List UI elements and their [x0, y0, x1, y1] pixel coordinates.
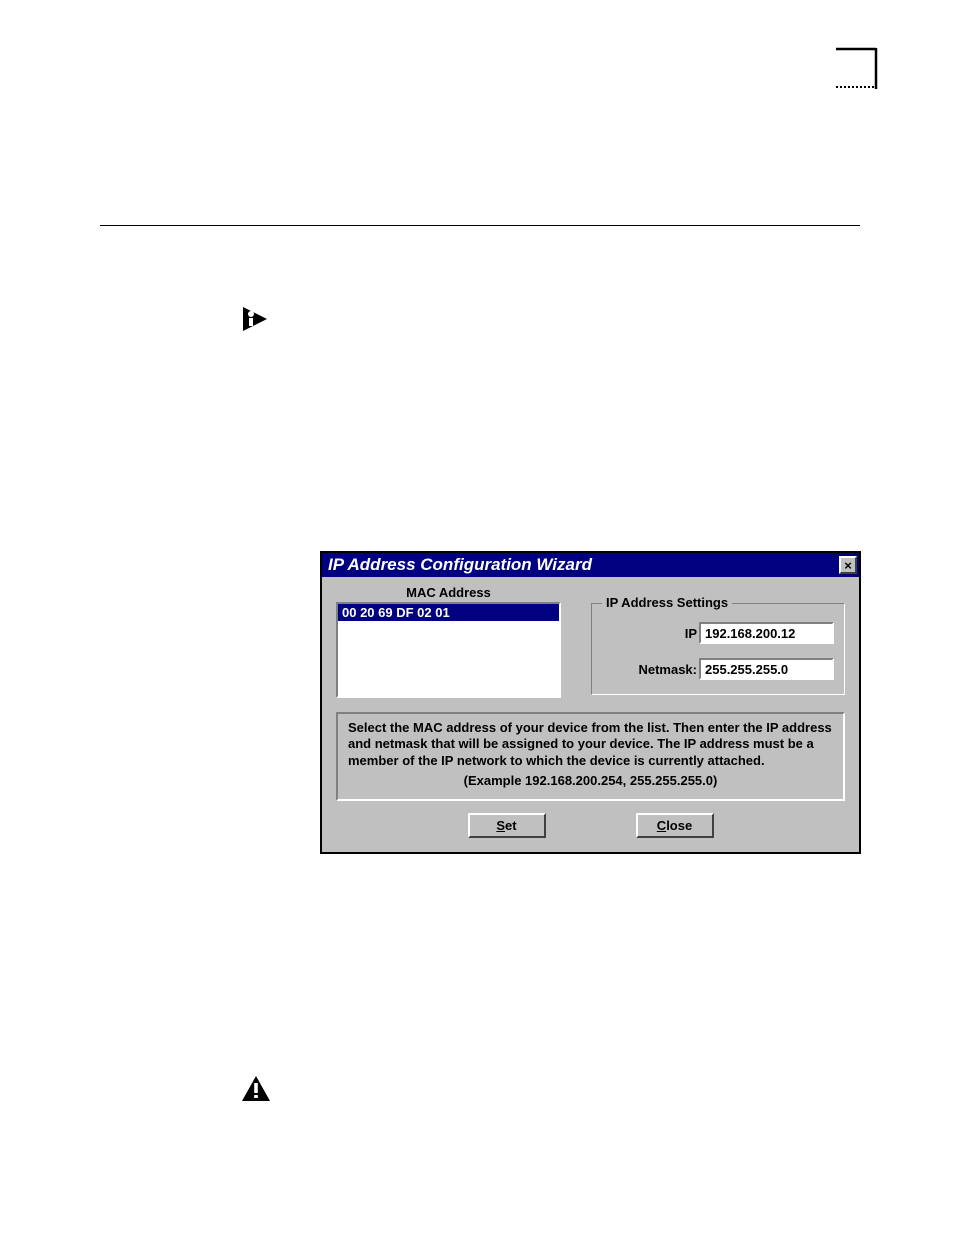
dialog-title: IP Address Configuration Wizard [328, 555, 592, 575]
close-icon[interactable]: × [839, 556, 857, 574]
netmask-input[interactable] [699, 658, 834, 680]
info-icon [241, 305, 271, 335]
ip-input[interactable] [699, 622, 834, 644]
ip-label: IP [685, 626, 697, 641]
set-button[interactable]: Set [468, 813, 546, 838]
ip-settings-section: IP Address Settings IP Netmask: [591, 603, 845, 698]
mac-address-heading: MAC Address [336, 585, 561, 600]
help-text: Select the MAC address of your device fr… [348, 720, 833, 769]
ip-config-wizard-dialog: IP Address Configuration Wizard × MAC Ad… [320, 551, 861, 854]
titlebar[interactable]: IP Address Configuration Wizard × [322, 553, 859, 577]
help-text-box: Select the MAC address of your device fr… [336, 712, 845, 801]
horizontal-rule [100, 225, 860, 226]
netmask-label: Netmask: [638, 662, 697, 677]
button-row: Set Close [336, 813, 845, 838]
mac-address-section: MAC Address 00 20 69 DF 02 01 [336, 585, 561, 698]
mac-address-listbox[interactable]: 00 20 69 DF 02 01 [336, 602, 561, 698]
help-example: (Example 192.168.200.254, 255.255.255.0) [348, 773, 833, 789]
mac-address-item[interactable]: 00 20 69 DF 02 01 [338, 604, 559, 621]
warning-icon [241, 1075, 271, 1103]
dialog-body: MAC Address 00 20 69 DF 02 01 IP Address… [322, 577, 859, 852]
ip-settings-legend: IP Address Settings [602, 595, 732, 610]
close-button[interactable]: Close [636, 813, 714, 838]
page-corner-decoration [836, 45, 884, 93]
ip-settings-fieldset: IP Address Settings IP Netmask: [591, 603, 845, 695]
